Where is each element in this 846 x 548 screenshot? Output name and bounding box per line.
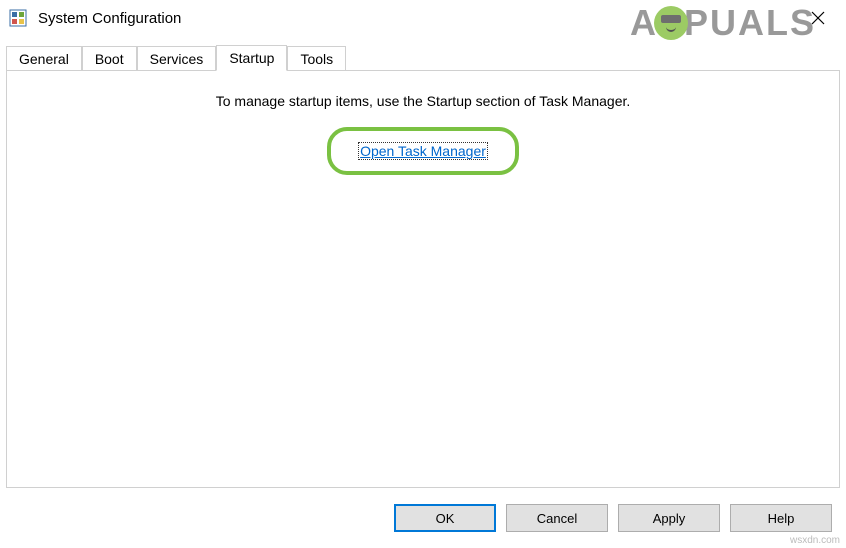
dialog-buttons: OK Cancel Apply Help	[394, 504, 832, 532]
tab-boot[interactable]: Boot	[82, 46, 137, 71]
instruction-text: To manage startup items, use the Startup…	[7, 93, 839, 109]
cancel-button[interactable]: Cancel	[506, 504, 608, 532]
close-button[interactable]	[798, 2, 838, 34]
help-button[interactable]: Help	[730, 504, 832, 532]
titlebar: System Configuration	[0, 0, 846, 36]
source-note: wsxdn.com	[790, 535, 840, 546]
close-icon	[811, 11, 825, 25]
ok-button[interactable]: OK	[394, 504, 496, 532]
tab-startup[interactable]: Startup	[216, 45, 287, 71]
app-icon	[8, 8, 28, 28]
window-title: System Configuration	[38, 10, 798, 27]
open-task-manager-link[interactable]: Open Task Manager	[359, 143, 487, 159]
highlight-ring: Open Task Manager	[327, 127, 519, 175]
tab-strip: General Boot Services Startup Tools	[0, 42, 846, 70]
apply-button[interactable]: Apply	[618, 504, 720, 532]
tab-tools[interactable]: Tools	[287, 46, 346, 71]
tab-services[interactable]: Services	[137, 46, 217, 71]
tab-content: To manage startup items, use the Startup…	[6, 70, 840, 488]
tab-general[interactable]: General	[6, 46, 82, 71]
